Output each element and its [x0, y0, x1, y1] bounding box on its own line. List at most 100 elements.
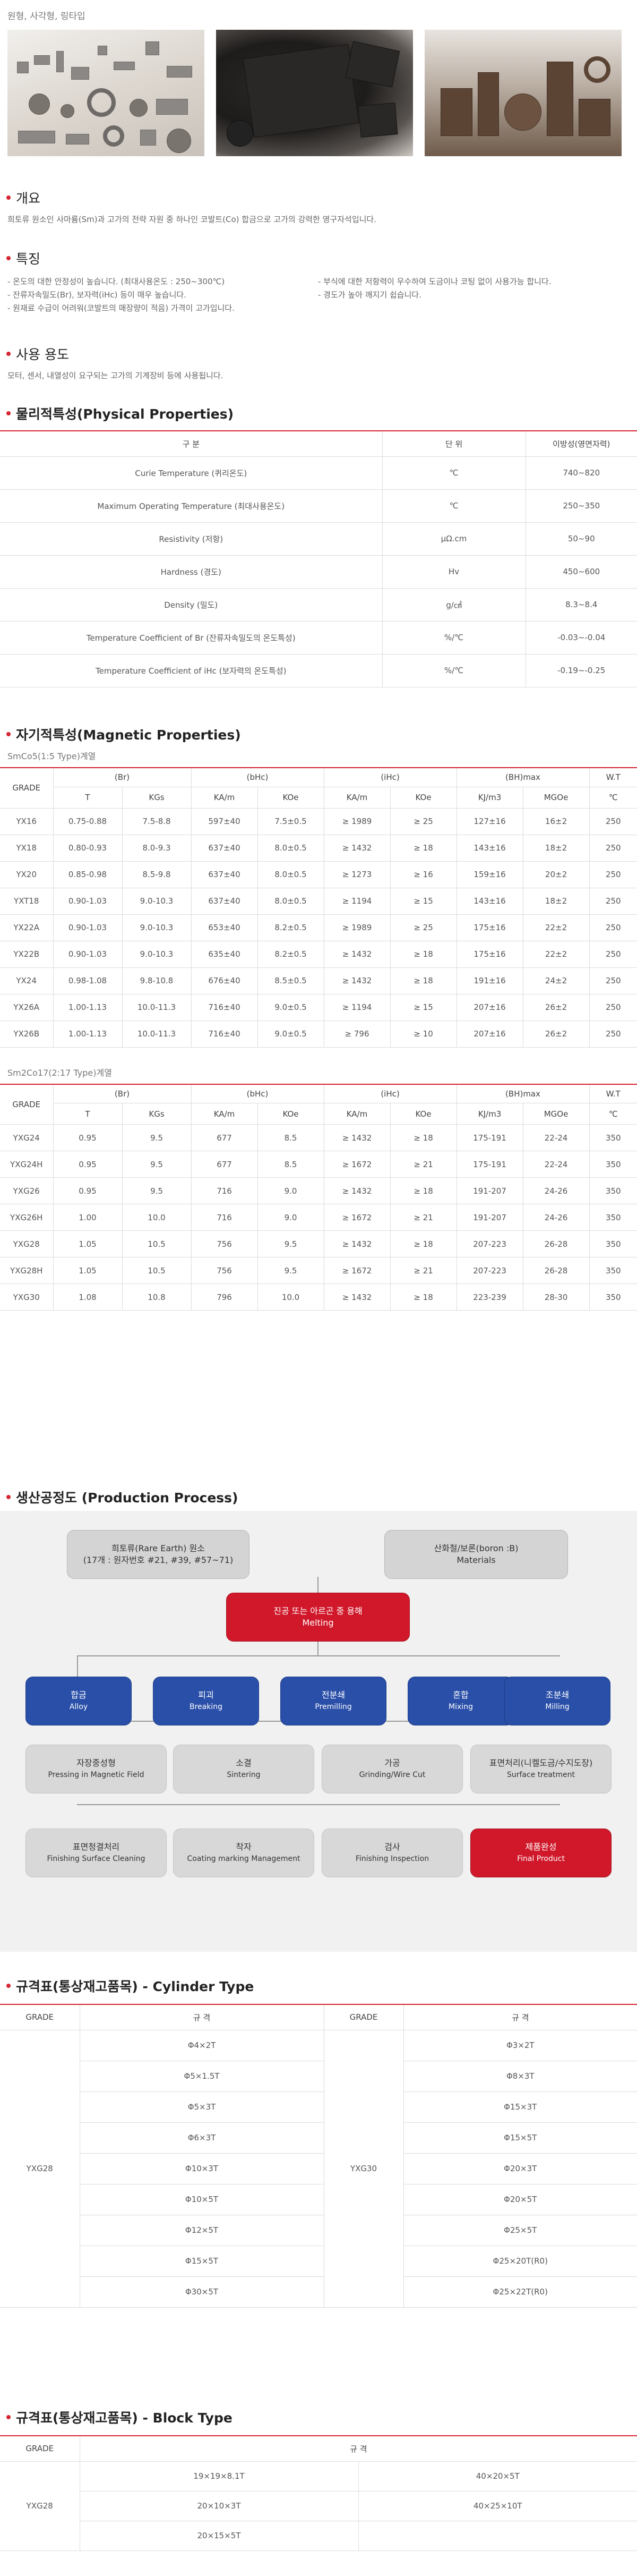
- unit-header: KA/m: [191, 787, 258, 809]
- value-cell: 22±2: [522, 941, 590, 968]
- process-step: 제품완성 Final Product: [470, 1829, 612, 1877]
- grade-cell: YX22B: [0, 941, 53, 968]
- value-cell: 0.80-0.93: [53, 835, 122, 862]
- spec-cell: 40×20×5T: [358, 2461, 637, 2492]
- process-label: 제품완성: [525, 1842, 557, 1852]
- raw-material-iron-boron: 산화철/보론(boron :B) Materials: [384, 1530, 568, 1579]
- grade-cell: YX18: [0, 835, 53, 862]
- process-label: 전분쇄: [321, 1690, 346, 1700]
- value-cell: 207-223: [456, 1257, 523, 1284]
- process-label: Pressing in Magnetic Field: [48, 1771, 144, 1779]
- magnetic-table-2: GRADE (Br) (bHc) (iHc) (BH)max W.T T KGs K…: [0, 1083, 637, 1311]
- physical-table-body: Curie Temperature (퀴리온도) ℃ 740~820 Maximum …: [0, 456, 637, 687]
- spec-cell: [358, 2521, 637, 2551]
- spec-cell: 19×19×8.1T: [79, 2461, 358, 2492]
- value-cell: 26-28: [522, 1230, 590, 1257]
- value-cell: 22-24: [522, 1124, 590, 1151]
- process-step: 자장중성형 Pressing in Magnetic Field: [25, 1745, 167, 1793]
- bhc-header: (bHc): [191, 1083, 324, 1103]
- unit-header: KGs: [122, 787, 192, 809]
- process-label: 소결: [236, 1758, 252, 1768]
- section-bullet-icon: [6, 411, 11, 415]
- cylinder-header: GRADE: [0, 2004, 80, 2030]
- value-cell: 677: [191, 1151, 258, 1178]
- process-step: 조분쇄 Milling: [504, 1677, 610, 1725]
- value-cell: ≥ 18: [390, 835, 457, 862]
- table-row: YXG28 1.05 10.5 756 9.5 ≥ 1432 ≥ 18 207-223 26-2…: [0, 1230, 637, 1257]
- value-cell: 250: [589, 835, 637, 862]
- table-row: YXG24 0.95 9.5 677 8.5 ≥ 1432 ≥ 18 175-191 22-24…: [0, 1124, 637, 1151]
- value-cell: 143±16: [456, 835, 523, 862]
- value-cell: 8.2±0.5: [257, 941, 324, 968]
- wt-header: W.T: [589, 1083, 637, 1103]
- physical-cell: ℃: [382, 489, 526, 523]
- value-cell: 9.8-10.8: [122, 967, 192, 994]
- process-label: 가공: [384, 1758, 400, 1768]
- section-bullet-icon: [6, 732, 11, 736]
- value-cell: ≥ 21: [390, 1204, 457, 1231]
- value-cell: ≥ 1672: [323, 1257, 391, 1284]
- process-label: 산화철/보론(boron :B): [434, 1543, 519, 1553]
- process-label: Alloy: [69, 1703, 88, 1711]
- process-label: Breaking: [189, 1703, 222, 1711]
- section-bullet-icon: [6, 256, 11, 260]
- value-cell: 175-191: [456, 1124, 523, 1151]
- process-label: 표면처리(니켈도금/수지도장): [489, 1758, 593, 1768]
- value-cell: 0.85-0.98: [53, 861, 122, 888]
- physical-cell: g/㎤: [382, 588, 526, 622]
- block-title-text: 규격표(통상재고품목) - Block Type: [16, 2410, 233, 2426]
- table-row: Φ10×5T Φ20×5T: [0, 2184, 637, 2215]
- value-cell: ≥ 1194: [323, 994, 391, 1021]
- features-left-col: - 온도의 대한 안정성이 높습니다. (최대사용온도 : 250~300℃) …: [7, 275, 318, 315]
- block-title: 규격표(통상재고품목) - Block Type: [0, 2408, 637, 2427]
- photo-assorted-magnets: [7, 30, 204, 156]
- process-label: (17개 : 원자번호 #21, #39, #57~71): [83, 1555, 234, 1565]
- value-cell: 250: [589, 888, 637, 915]
- table-row: YXT18 0.90-1.03 9.0-10.3 637±40 8.0±0.5 ≥ 119…: [0, 888, 637, 915]
- unit-header: KA/m: [323, 787, 391, 809]
- section-bullet-icon: [6, 1984, 11, 1988]
- block-header: 규 격: [79, 2435, 637, 2462]
- bhmax-header: (BH)max: [456, 1083, 590, 1103]
- process-label: Surface treatment: [506, 1771, 575, 1779]
- physical-cell: 8.3~8.4: [525, 588, 637, 622]
- process-label: 합금: [71, 1690, 87, 1700]
- value-cell: ≥ 1432: [323, 1124, 391, 1151]
- cylinder-title-text: 규격표(통상재고품목) - Cylinder Type: [16, 1979, 254, 1994]
- value-cell: 207±16: [456, 1021, 523, 1048]
- value-cell: ≥ 21: [390, 1151, 457, 1178]
- value-cell: 1.05: [53, 1257, 122, 1284]
- value-cell: 20±2: [522, 861, 590, 888]
- process-label: Mixing: [449, 1703, 473, 1711]
- value-cell: 9.0-10.3: [122, 914, 192, 941]
- table-row: YXG28H 1.05 10.5 756 9.5 ≥ 1672 ≥ 21 207-223 26-…: [0, 1257, 637, 1284]
- value-cell: 8.2±0.5: [257, 914, 324, 941]
- value-cell: ≥ 1989: [323, 914, 391, 941]
- value-cell: ≥ 796: [323, 1021, 391, 1048]
- physical-cell: ℃: [382, 456, 526, 490]
- value-cell: ≥ 15: [390, 994, 457, 1021]
- process-step: 검사 Finishing Inspection: [322, 1829, 463, 1877]
- value-cell: 191-207: [456, 1204, 523, 1231]
- value-cell: 8.0-9.3: [122, 835, 192, 862]
- usage-title: 사용 용도: [0, 344, 637, 363]
- grade-cell: YXG26H: [0, 1204, 53, 1231]
- physical-header: 구 분: [0, 430, 382, 457]
- value-cell: 350: [589, 1151, 637, 1178]
- value-cell: 207-223: [456, 1230, 523, 1257]
- grade-header: GRADE: [0, 767, 53, 809]
- table-row: YXG28 Φ4×2T YXG30 Φ3×2T: [0, 2030, 637, 2308]
- feature-item: - 잔류자속밀도(Br), 보자력(iHc) 등이 매우 높습니다.: [7, 290, 186, 300]
- table-row: Φ5×1.5T Φ8×3T: [0, 2061, 637, 2092]
- value-cell: ≥ 1432: [323, 1177, 391, 1204]
- bhmax-header: (BH)max: [456, 767, 590, 787]
- unit-header: ℃: [589, 1103, 637, 1125]
- value-cell: 8.5: [257, 1151, 324, 1178]
- physical-cell: 250~350: [525, 489, 637, 523]
- table-row: YX16 0.75-0.88 7.5-8.8 597±40 7.5±0.5 ≥ 1989 ≥…: [0, 808, 637, 835]
- value-cell: 250: [589, 994, 637, 1021]
- unit-header: KJ/m3: [456, 787, 523, 809]
- table-row: YX18 0.80-0.93 8.0-9.3 637±40 8.0±0.5 ≥ 1432 ≥…: [0, 835, 637, 862]
- value-cell: ≥ 18: [390, 941, 457, 968]
- process-label: Finishing Inspection: [355, 1855, 429, 1863]
